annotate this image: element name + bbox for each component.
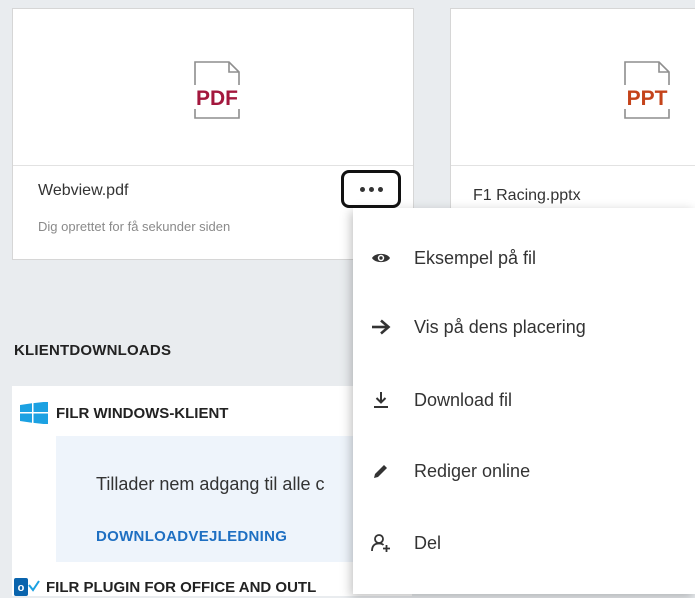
ppt-file-icon: PPT [612,61,682,119]
svg-text:o: o [18,582,25,594]
outlook-logo-icon: o [14,578,40,596]
more-options-icon [368,186,374,192]
svg-text:PDF: PDF [196,87,238,110]
eye-icon [370,247,392,269]
svg-text:PPT: PPT [627,87,668,110]
more-options-icon [359,186,365,192]
menu-item-show-location[interactable]: Vis på dens placering [353,305,695,349]
download-guide-link[interactable]: DOWNLOADVEJLEDNING [96,528,287,545]
menu-item-label: Del [414,532,442,553]
pdf-file-icon: PDF [182,61,252,119]
more-options-button[interactable] [341,170,401,208]
file-context-menu: Eksempel på fil Vis på dens placering Do… [353,208,695,594]
client-label: FILR PLUGIN FOR OFFICE AND OUTL [46,578,317,596]
client-windows-row[interactable]: FILR WINDOWS-KLIENT [20,402,228,424]
pencil-icon [370,460,392,482]
section-title: KLIENTDOWNLOADS [14,342,172,359]
more-options-icon [377,186,383,192]
file-name[interactable]: Webview.pdf [38,182,128,200]
share-user-icon [370,532,392,554]
download-icon [370,389,392,411]
menu-item-label: Eksempel på fil [414,247,537,268]
file-name[interactable]: F1 Racing.pptx [473,187,581,205]
client-description: Tillader nem adgang til alle c [96,474,325,494]
menu-item-edit-online[interactable]: Rediger online [353,449,695,493]
menu-item-label: Vis på dens placering [414,316,586,337]
menu-item-preview[interactable]: Eksempel på fil [353,236,695,280]
menu-item-download[interactable]: Download fil [353,378,695,422]
client-office-row[interactable]: o FILR PLUGIN FOR OFFICE AND OUTL [14,576,316,598]
arrow-right-icon [370,316,392,338]
windows-logo-icon [20,402,48,424]
client-label: FILR WINDOWS-KLIENT [56,404,229,422]
menu-item-label: Download fil [414,389,513,410]
file-meta: Dig oprettet for få sekunder siden [38,219,231,234]
menu-item-share[interactable]: Del [353,521,695,565]
menu-item-label: Rediger online [414,460,531,481]
